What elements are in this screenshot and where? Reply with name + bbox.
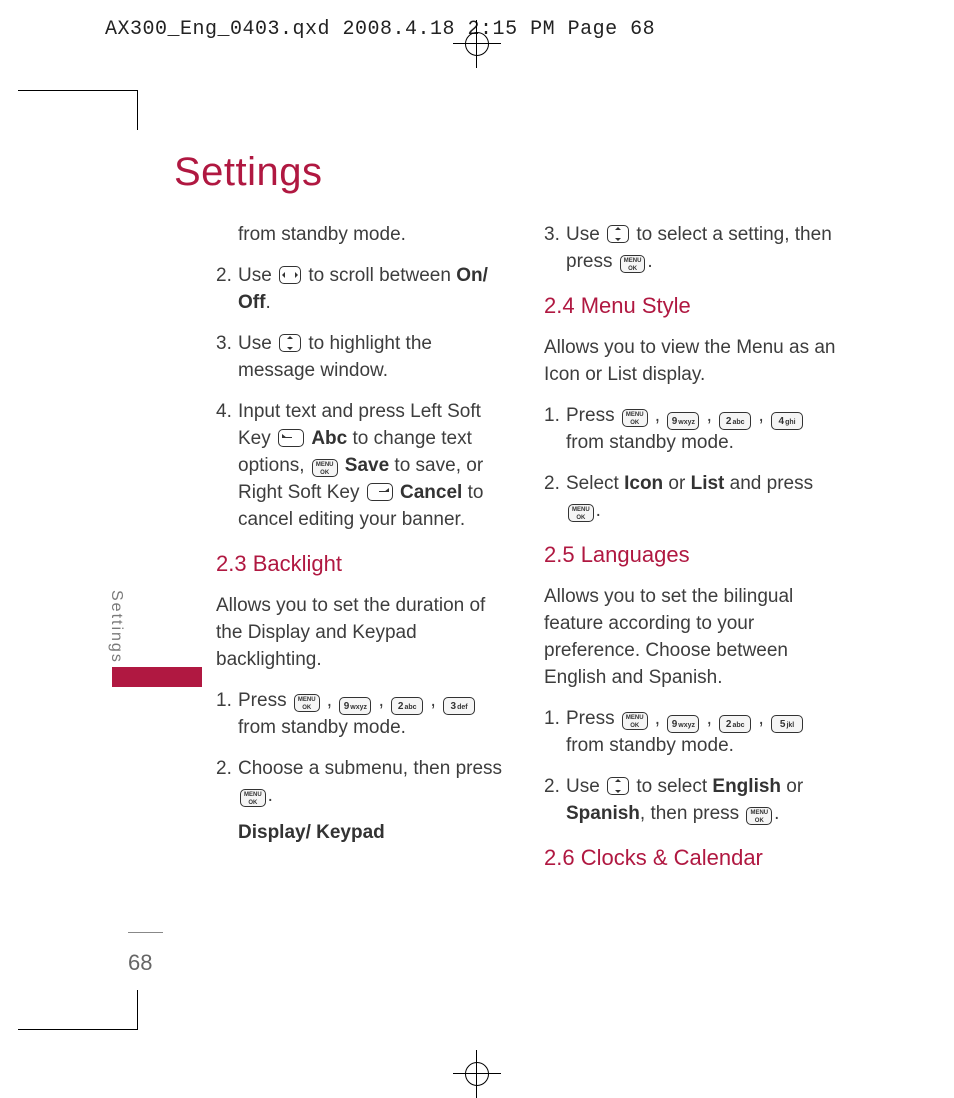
body-text: Use to scroll between On/ Off.	[238, 263, 510, 317]
up-down-nav-icon	[607, 777, 629, 795]
section-heading: 2.5 Languages	[544, 539, 838, 570]
page-number: 68	[128, 950, 152, 976]
list-item: 4. Input text and press Left Soft Key Ab…	[216, 399, 510, 534]
crop-mark-icon	[18, 90, 138, 130]
menu-ok-key-icon: MENUOK	[620, 255, 646, 273]
list-item: 3. Use to highlight the message window.	[216, 331, 510, 385]
body-text: Use to highlight the message window.	[238, 331, 510, 385]
step-number: 2.	[544, 774, 566, 828]
body-text: Allows you to set the bilingual feature …	[544, 584, 838, 692]
menu-ok-key-icon: MENUOK	[240, 789, 266, 807]
body-text: Use to select a setting, then press MENU…	[566, 222, 838, 276]
section-heading: 2.3 Backlight	[216, 548, 510, 579]
section-heading: 2.4 Menu Style	[544, 290, 838, 321]
body-text: Press MENUOK , 9wxyz , 2abc , 5jkl from …	[566, 706, 838, 760]
section-heading: 2.6 Clocks & Calendar	[544, 842, 838, 873]
left-right-nav-icon	[279, 266, 301, 284]
left-softkey-icon	[278, 429, 304, 447]
menu-ok-key-icon: MENUOK	[746, 807, 772, 825]
side-tab-label: Settings	[107, 590, 125, 664]
list-item: 2. Select Icon or List and press MENUOK.	[544, 471, 838, 525]
body-text: Allows you to view the Menu as an Icon o…	[544, 335, 838, 389]
body-text: Choose a submenu, then press MENUOK. Dis…	[238, 756, 510, 847]
list-item: 2. Use to scroll between On/ Off.	[216, 263, 510, 317]
key-5-icon: 5jkl	[771, 715, 803, 733]
list-item: 2. Use to select English or Spanish, the…	[544, 774, 838, 828]
page-title: Settings	[174, 150, 323, 195]
menu-ok-key-icon: MENUOK	[568, 504, 594, 522]
list-item: 3. Use to select a setting, then press M…	[544, 222, 838, 276]
side-tab-bar	[112, 667, 202, 687]
left-column: from standby mode. 2. Use to scroll betw…	[216, 222, 510, 887]
right-softkey-icon	[367, 483, 393, 501]
step-number: 1.	[544, 403, 566, 457]
step-number: 3.	[544, 222, 566, 276]
key-3-icon: 3def	[443, 697, 475, 715]
key-9-icon: 9wxyz	[667, 715, 699, 733]
step-number: 4.	[216, 399, 238, 534]
key-9-icon: 9wxyz	[667, 412, 699, 430]
up-down-nav-icon	[279, 334, 301, 352]
list-item: 1. Press MENUOK , 9wxyz , 2abc , 3def fr…	[216, 688, 510, 742]
list-item: 1. Press MENUOK , 9wxyz , 2abc , 4ghi fr…	[544, 403, 838, 457]
up-down-nav-icon	[607, 225, 629, 243]
key-2-icon: 2abc	[719, 715, 751, 733]
step-number: 2.	[216, 756, 238, 847]
menu-ok-key-icon: MENUOK	[294, 694, 320, 712]
key-4-icon: 4ghi	[771, 412, 803, 430]
step-number: 1.	[216, 688, 238, 742]
step-number: 3.	[216, 331, 238, 385]
body-text: from standby mode.	[238, 222, 510, 249]
registration-mark-icon	[453, 20, 501, 68]
page-number-rule	[128, 932, 163, 933]
key-9-icon: 9wxyz	[339, 697, 371, 715]
crop-mark-icon	[18, 990, 138, 1030]
menu-ok-key-icon: MENUOK	[312, 459, 338, 477]
key-2-icon: 2abc	[719, 412, 751, 430]
list-item: 1. Press MENUOK , 9wxyz , 2abc , 5jkl fr…	[544, 706, 838, 760]
right-column: 3. Use to select a setting, then press M…	[544, 222, 838, 887]
step-number: 2.	[544, 471, 566, 525]
submenu-label: Display/ Keypad	[238, 820, 510, 847]
menu-ok-key-icon: MENUOK	[622, 712, 648, 730]
body-text: Use to select English or Spanish, then p…	[566, 774, 838, 828]
print-slug: AX300_Eng_0403.qxd 2008.4.18 2:15 PM Pag…	[105, 18, 655, 41]
step-number: 1.	[544, 706, 566, 760]
body-text: Allows you to set the duration of the Di…	[216, 593, 510, 674]
menu-ok-key-icon: MENUOK	[622, 409, 648, 427]
body-text: Select Icon or List and press MENUOK.	[566, 471, 838, 525]
body-text: Press MENUOK , 9wxyz , 2abc , 3def from …	[238, 688, 510, 742]
list-item: 2. Choose a submenu, then press MENUOK. …	[216, 756, 510, 847]
step-number: 2.	[216, 263, 238, 317]
body-text: Press MENUOK , 9wxyz , 2abc , 4ghi from …	[566, 403, 838, 457]
key-2-icon: 2abc	[391, 697, 423, 715]
body-text: Input text and press Left Soft Key Abc t…	[238, 399, 510, 534]
